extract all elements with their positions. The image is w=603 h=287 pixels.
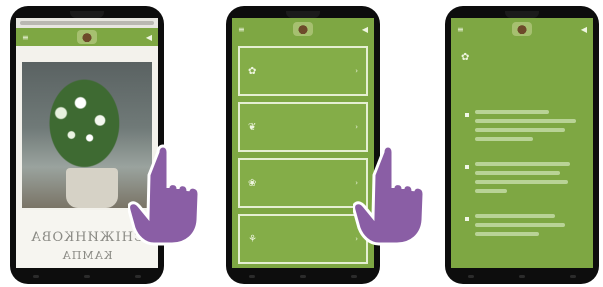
section-header: ✿: [461, 50, 583, 64]
plant-subtitle: КАМПА: [61, 249, 113, 262]
menu-item-4[interactable]: ⚘ ›: [238, 214, 368, 264]
back-icon[interactable]: ◀: [362, 25, 368, 34]
browser-bar: [16, 18, 158, 28]
tap-hand-icon: [353, 144, 426, 246]
back-icon[interactable]: ◀: [581, 25, 587, 34]
bullet-icon: [465, 113, 469, 117]
text-lines: [475, 162, 581, 198]
info-list: [465, 110, 581, 257]
menu-icon[interactable]: ≡: [22, 33, 29, 42]
url-bar: [20, 21, 154, 25]
back-icon[interactable]: ◀: [146, 33, 152, 42]
text-lines: [475, 110, 581, 146]
app-logo: [77, 30, 98, 44]
app-logo: [512, 22, 533, 36]
menu-item-3[interactable]: ❀ ›: [238, 158, 368, 208]
menu-item-2[interactable]: ❦ ›: [238, 102, 368, 152]
tap-hand-icon: [128, 144, 201, 246]
detail-screen: ≡ ◀ ✿: [451, 18, 593, 268]
menu-item-1[interactable]: ✿ ›: [238, 46, 368, 96]
list-item: [465, 110, 581, 146]
bullet-icon: [465, 217, 469, 221]
phone-navbar: [10, 271, 164, 281]
text-lines: [475, 214, 581, 241]
plant-icon: ✿: [248, 65, 257, 77]
chevron-right-icon: ›: [355, 67, 358, 75]
app-header: ≡ ◀: [451, 18, 593, 40]
bullet-icon: [465, 165, 469, 169]
phone-detail: ≡ ◀ ✿: [445, 6, 599, 284]
app-header: ≡ ◀: [16, 28, 158, 46]
pot-icon: ⚘: [248, 233, 257, 245]
plant-icon: ✿: [461, 51, 470, 63]
phone-navbar: [445, 271, 599, 281]
phone-navbar: [226, 271, 380, 281]
list-item: [465, 214, 581, 241]
phone-notch: [505, 11, 539, 18]
leaf-icon: ❦: [248, 121, 257, 133]
menu-icon[interactable]: ≡: [238, 25, 245, 34]
chevron-right-icon: ›: [355, 123, 358, 131]
flower-icon: ❀: [248, 177, 257, 189]
menu-icon[interactable]: ≡: [457, 25, 464, 34]
menu-list: ✿ › ❦ › ❀ › ⚘ ›: [238, 46, 368, 268]
phone-notch: [286, 11, 320, 18]
app-header: ≡ ◀: [232, 18, 374, 40]
phone-notch: [70, 11, 104, 18]
app-logo: [293, 22, 314, 36]
flower-pot: [66, 168, 118, 208]
list-item: [465, 162, 581, 198]
